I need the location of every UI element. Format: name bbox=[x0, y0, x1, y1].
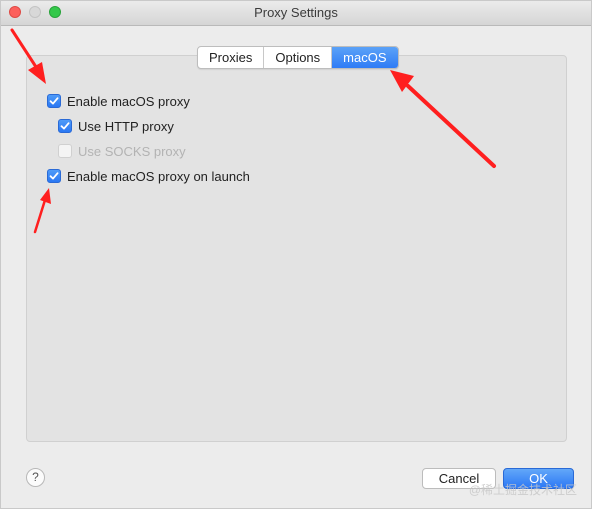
enable-macos-proxy-on-launch-label: Enable macOS proxy on launch bbox=[67, 168, 250, 184]
enable-macos-proxy-on-launch-option[interactable]: Enable macOS proxy on launch bbox=[47, 167, 250, 185]
enable-macos-proxy-checkbox[interactable] bbox=[47, 94, 61, 108]
enable-macos-proxy-on-launch-checkbox[interactable] bbox=[47, 169, 61, 183]
use-socks-proxy-label: Use SOCKS proxy bbox=[78, 143, 186, 159]
proxy-settings-window: Proxy Settings Proxies Options macOS Ena… bbox=[0, 0, 592, 509]
title-bar: Proxy Settings bbox=[1, 1, 591, 26]
use-http-proxy-label: Use HTTP proxy bbox=[78, 118, 174, 134]
use-socks-proxy-option: Use SOCKS proxy bbox=[58, 142, 186, 160]
checkmark-icon bbox=[60, 122, 70, 130]
help-button[interactable]: ? bbox=[26, 468, 45, 487]
tab-bar: Proxies Options macOS bbox=[197, 46, 399, 69]
use-http-proxy-checkbox[interactable] bbox=[58, 119, 72, 133]
enable-macos-proxy-label: Enable macOS proxy bbox=[67, 93, 190, 109]
use-http-proxy-option[interactable]: Use HTTP proxy bbox=[58, 117, 174, 135]
tab-macos[interactable]: macOS bbox=[332, 47, 398, 68]
tab-options[interactable]: Options bbox=[264, 47, 333, 68]
watermark-text: @稀土掘金技术社区 bbox=[468, 483, 577, 497]
tab-proxies[interactable]: Proxies bbox=[198, 47, 265, 68]
tab-content-panel bbox=[26, 55, 567, 442]
checkmark-icon bbox=[49, 97, 59, 105]
use-socks-proxy-checkbox bbox=[58, 144, 72, 158]
enable-macos-proxy-option[interactable]: Enable macOS proxy bbox=[47, 92, 190, 110]
window-title: Proxy Settings bbox=[254, 5, 338, 20]
checkmark-icon bbox=[49, 172, 59, 180]
